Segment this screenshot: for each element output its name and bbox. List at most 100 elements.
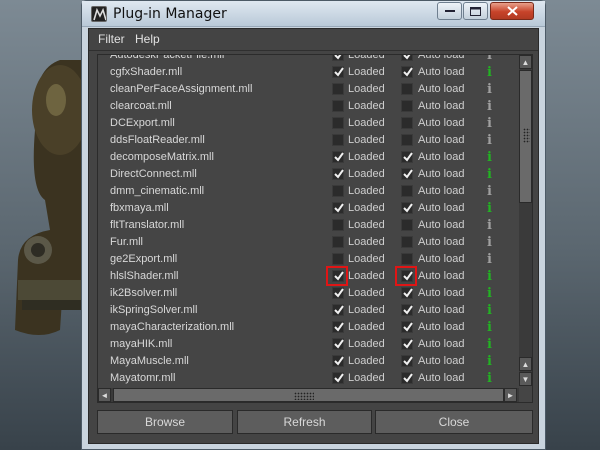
autoload-checkbox[interactable] bbox=[401, 372, 413, 384]
autoload-checkbox[interactable] bbox=[401, 253, 413, 265]
loaded-checkbox[interactable] bbox=[332, 287, 344, 299]
info-icon[interactable]: i bbox=[487, 218, 492, 233]
autoload-checkbox[interactable] bbox=[401, 168, 413, 180]
loaded-checkbox[interactable] bbox=[332, 202, 344, 214]
autoload-checkbox[interactable] bbox=[401, 185, 413, 197]
info-icon[interactable]: i bbox=[487, 150, 492, 165]
info-icon[interactable]: i bbox=[487, 286, 492, 301]
scroll-up-bottom-button[interactable]: ▲ bbox=[519, 357, 532, 371]
checkmark-icon bbox=[334, 356, 344, 366]
info-icon[interactable]: i bbox=[487, 65, 492, 80]
browse-button[interactable]: Browse bbox=[97, 410, 233, 434]
loaded-checkbox[interactable] bbox=[332, 236, 344, 248]
title-bar[interactable]: Plug-in Manager bbox=[82, 1, 545, 27]
loaded-checkbox[interactable] bbox=[332, 355, 344, 367]
loaded-checkbox[interactable] bbox=[332, 168, 344, 180]
autoload-checkbox[interactable] bbox=[401, 270, 413, 282]
scroll-left-button[interactable]: ◄ bbox=[98, 388, 111, 402]
plugin-row[interactable]: fltTranslator.mll Loaded Auto load i bbox=[98, 217, 517, 234]
autoload-checkbox[interactable] bbox=[401, 134, 413, 146]
loaded-checkbox[interactable] bbox=[332, 83, 344, 95]
autoload-checkbox[interactable] bbox=[401, 219, 413, 231]
plugin-row[interactable]: ge2Export.mll Loaded Auto load i bbox=[98, 251, 517, 268]
autoload-checkbox[interactable] bbox=[401, 151, 413, 163]
plugin-row[interactable]: MayaMuscle.mll Loaded Auto load i bbox=[98, 353, 517, 370]
autoload-checkbox[interactable] bbox=[401, 287, 413, 299]
plugin-row[interactable]: DirectConnect.mll Loaded Auto load i bbox=[98, 166, 517, 183]
maximize-button[interactable] bbox=[463, 2, 488, 20]
loaded-checkbox[interactable] bbox=[332, 100, 344, 112]
plugin-row[interactable]: decomposeMatrix.mll Loaded Auto load i bbox=[98, 149, 517, 166]
info-icon[interactable]: i bbox=[487, 167, 492, 182]
info-icon[interactable]: i bbox=[487, 320, 492, 335]
close-window-button[interactable] bbox=[490, 2, 534, 20]
info-icon[interactable]: i bbox=[487, 82, 492, 97]
autoload-checkbox[interactable] bbox=[401, 202, 413, 214]
autoload-checkbox[interactable] bbox=[401, 100, 413, 112]
loaded-checkbox[interactable] bbox=[332, 304, 344, 316]
plugin-row[interactable]: dmm_cinematic.mll Loaded Auto load i bbox=[98, 183, 517, 200]
close-button[interactable]: Close bbox=[375, 410, 533, 434]
autoload-checkbox[interactable] bbox=[401, 117, 413, 129]
loaded-label: Loaded bbox=[348, 372, 385, 384]
loaded-checkbox[interactable] bbox=[332, 151, 344, 163]
horizontal-scrollbar[interactable]: ◄ ► bbox=[98, 388, 519, 402]
scroll-up-button[interactable]: ▲ bbox=[519, 55, 532, 69]
info-icon[interactable]: i bbox=[487, 55, 492, 63]
minimize-button[interactable] bbox=[437, 2, 462, 20]
horizontal-scroll-thumb[interactable] bbox=[113, 388, 504, 402]
plugin-row[interactable]: hlslShader.mll Loaded Auto load i bbox=[98, 266, 517, 286]
info-icon[interactable]: i bbox=[487, 337, 492, 352]
plugin-row[interactable]: Fur.mll Loaded Auto load i bbox=[98, 234, 517, 251]
plugin-row[interactable]: fbxmaya.mll Loaded Auto load i bbox=[98, 200, 517, 217]
plugin-row[interactable]: ddsFloatReader.mll Loaded Auto load i bbox=[98, 132, 517, 149]
info-icon[interactable]: i bbox=[487, 269, 492, 284]
vertical-scroll-thumb[interactable] bbox=[519, 70, 532, 203]
info-icon[interactable]: i bbox=[487, 116, 492, 131]
info-icon[interactable]: i bbox=[487, 133, 492, 148]
autoload-checkbox[interactable] bbox=[401, 338, 413, 350]
plugin-row[interactable]: ikSpringSolver.mll Loaded Auto load i bbox=[98, 302, 517, 319]
autoload-checkbox[interactable] bbox=[401, 304, 413, 316]
refresh-button[interactable]: Refresh bbox=[237, 410, 372, 434]
info-icon[interactable]: i bbox=[487, 235, 492, 250]
vertical-scrollbar[interactable]: ▲ ▲ ▼ bbox=[519, 55, 532, 386]
info-icon[interactable]: i bbox=[487, 371, 492, 386]
plugin-row[interactable]: ik2Bsolver.mll Loaded Auto load i bbox=[98, 285, 517, 302]
loaded-checkbox[interactable] bbox=[332, 270, 344, 282]
scroll-right-button[interactable]: ► bbox=[504, 388, 517, 402]
plugin-row[interactable]: mayaCharacterization.mll Loaded Auto load i bbox=[98, 319, 517, 336]
info-icon[interactable]: i bbox=[487, 303, 492, 318]
plugin-row[interactable]: AutodeskPacketFile.mll Loaded Auto load i bbox=[98, 55, 517, 64]
loaded-checkbox[interactable] bbox=[332, 134, 344, 146]
loaded-checkbox[interactable] bbox=[332, 372, 344, 384]
autoload-checkbox[interactable] bbox=[401, 236, 413, 248]
autoload-checkbox[interactable] bbox=[401, 83, 413, 95]
loaded-checkbox[interactable] bbox=[332, 338, 344, 350]
menu-help[interactable]: Help bbox=[135, 32, 160, 46]
autoload-checkbox[interactable] bbox=[401, 321, 413, 333]
loaded-checkbox[interactable] bbox=[332, 253, 344, 265]
plugin-row[interactable]: cgfxShader.mll Loaded Auto load i bbox=[98, 64, 517, 81]
loaded-checkbox[interactable] bbox=[332, 219, 344, 231]
info-icon[interactable]: i bbox=[487, 99, 492, 114]
loaded-checkbox[interactable] bbox=[332, 321, 344, 333]
info-icon[interactable]: i bbox=[487, 201, 492, 216]
plugin-row[interactable]: clearcoat.mll Loaded Auto load i bbox=[98, 98, 517, 115]
menu-filter[interactable]: Filter bbox=[98, 32, 125, 46]
loaded-checkbox[interactable] bbox=[332, 66, 344, 78]
loaded-checkbox[interactable] bbox=[332, 55, 344, 61]
scroll-down-button[interactable]: ▼ bbox=[519, 372, 532, 386]
info-icon[interactable]: i bbox=[487, 354, 492, 369]
info-icon[interactable]: i bbox=[487, 252, 492, 267]
autoload-checkbox[interactable] bbox=[401, 66, 413, 78]
autoload-checkbox[interactable] bbox=[401, 355, 413, 367]
autoload-checkbox[interactable] bbox=[401, 55, 413, 61]
loaded-checkbox[interactable] bbox=[332, 185, 344, 197]
loaded-checkbox[interactable] bbox=[332, 117, 344, 129]
plugin-row[interactable]: DCExport.mll Loaded Auto load i bbox=[98, 115, 517, 132]
plugin-row[interactable]: Mayatomr.mll Loaded Auto load i bbox=[98, 370, 517, 387]
info-icon[interactable]: i bbox=[487, 184, 492, 199]
plugin-row[interactable]: mayaHIK.mll Loaded Auto load i bbox=[98, 336, 517, 353]
plugin-row[interactable]: cleanPerFaceAssignment.mll Loaded Auto loa… bbox=[98, 81, 517, 98]
